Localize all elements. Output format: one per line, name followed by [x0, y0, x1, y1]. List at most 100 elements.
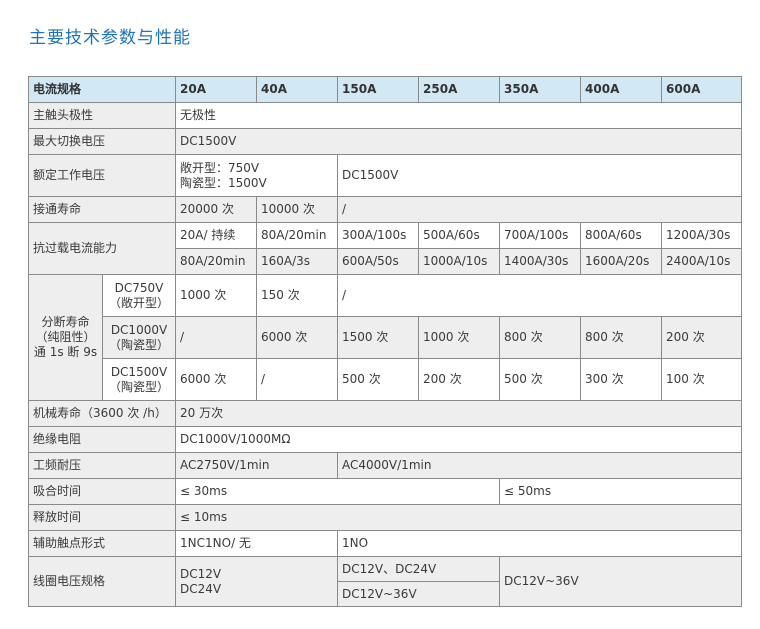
rating-header: 350A — [499, 76, 582, 103]
sub-label: DC1500V （陶瓷型） — [101, 358, 177, 401]
row-label: 分断寿命 （纯阻性） 通 1s 断 9s — [28, 274, 103, 401]
table-cell: 80A/20min — [175, 248, 258, 275]
table-cell: / — [337, 274, 743, 317]
page-title: 主要技术参数与性能 — [29, 28, 191, 48]
table-cell: 500A/60s — [418, 222, 501, 249]
row-label: 额定工作电压 — [27, 154, 177, 197]
table-cell: 6000 次 — [256, 316, 339, 359]
table-cell: 1NC1NO/ 无 — [175, 530, 339, 557]
table-row: 释放时间 ≤ 10ms — [27, 504, 743, 531]
sub-label-type: （陶瓷型） — [109, 379, 170, 394]
table-cell: 160A/3s — [256, 248, 339, 275]
row-label: 吸合时间 — [27, 478, 177, 505]
table-cell: AC2750V/1min — [175, 452, 339, 479]
sub-label-type: （陶瓷型） — [109, 337, 170, 352]
table-row: 机械寿命（3600 次 /h） 20 万次 — [27, 400, 743, 427]
row-label: 抗过载电流能力 — [27, 222, 177, 275]
table-cell: 100 次 — [661, 358, 743, 401]
table-cell: 700A/100s — [499, 222, 582, 249]
label-line: （纯阻性） — [35, 330, 96, 344]
table-cell: AC4000V/1min — [337, 452, 743, 479]
table-row: 主触头极性 无极性 — [27, 102, 743, 129]
table-cell: 1200A/30s — [661, 222, 743, 249]
label-line: 通 1s 断 9s — [33, 345, 98, 359]
table-cell: ≤ 10ms — [175, 504, 743, 531]
table-cell: 500 次 — [499, 358, 582, 401]
table-cell: 150 次 — [256, 274, 339, 317]
table-row: 绝缘电阻 DC1000V/1000MΩ — [27, 426, 743, 453]
cell-line: DC24V — [180, 581, 222, 596]
row-label: 释放时间 — [27, 504, 177, 531]
cell-line: DC12V — [180, 566, 222, 581]
table-cell: DC12V、DC24V — [337, 556, 501, 582]
table-cell: 1600A/20s — [580, 248, 663, 275]
table-cell: 20 万次 — [175, 400, 743, 427]
table-row: DC1000V （陶瓷型） / 6000 次 1500 次 1000 次 800… — [29, 316, 743, 359]
table-row: 额定工作电压 敞开型：750V 陶瓷型：1500V DC1500V — [27, 154, 743, 197]
table-cell: ≤ 30ms — [175, 478, 501, 505]
row-label: 工频耐压 — [27, 452, 177, 479]
table-cell: 1000 次 — [418, 316, 501, 359]
cell-line: 敞开型：750V — [180, 160, 260, 175]
table-cell: DC1500V — [337, 154, 743, 197]
rating-header: 20A — [175, 76, 258, 103]
table-cell: 300 次 — [580, 358, 663, 401]
table-cell: 1000 次 — [175, 274, 258, 317]
table-cell: 200 次 — [661, 316, 743, 359]
table-cell: 800 次 — [580, 316, 663, 359]
row-label: 最大切换电压 — [27, 128, 177, 155]
table-cell: DC12V DC24V — [175, 556, 339, 607]
sub-label-voltage: DC1000V — [110, 322, 168, 337]
table-row: 接通寿命 20000 次 10000 次 / — [27, 196, 743, 223]
table-row: 最大切换电压 DC1500V — [27, 128, 743, 155]
table-cell: 20000 次 — [175, 196, 258, 223]
sub-label: DC1000V （陶瓷型） — [101, 316, 177, 359]
sub-label-voltage: DC750V — [114, 280, 164, 295]
table-cell: 2400A/10s — [661, 248, 743, 275]
header-row: 电流规格 20A 40A 150A 250A 350A 400A 600A — [27, 76, 743, 103]
table-cell: 200 次 — [418, 358, 501, 401]
rating-header: 250A — [418, 76, 501, 103]
row-label: 机械寿命（3600 次 /h） — [27, 400, 177, 427]
table-cell: ≤ 50ms — [499, 478, 743, 505]
row-label: 辅助触点形式 — [27, 530, 177, 557]
table-cell: 6000 次 — [175, 358, 258, 401]
row-label: 绝缘电阻 — [27, 426, 177, 453]
table-cell: 1000A/10s — [418, 248, 501, 275]
header-label: 电流规格 — [27, 76, 177, 103]
rating-header: 400A — [580, 76, 663, 103]
table-cell: 无极性 — [175, 102, 743, 129]
table-cell: 10000 次 — [256, 196, 339, 223]
sub-label-voltage: DC1500V — [110, 364, 168, 379]
table-cell: DC1000V/1000MΩ — [175, 426, 743, 453]
row-label: 接通寿命 — [27, 196, 177, 223]
rating-header: 600A — [661, 76, 743, 103]
table-cell: DC1500V — [175, 128, 743, 155]
table-cell: DC12V~36V — [499, 556, 743, 607]
table-cell: 300A/100s — [337, 222, 420, 249]
table-row: 分断寿命 （纯阻性） 通 1s 断 9s DC750V （敞开型） 1000 次… — [28, 274, 743, 401]
table-cell: 1400A/30s — [499, 248, 582, 275]
spec-table: 电流规格 20A 40A 150A 250A 350A 400A 600A 主触… — [27, 76, 743, 607]
table-cell: 敞开型：750V 陶瓷型：1500V — [175, 154, 339, 197]
sub-label: DC750V （敞开型） — [101, 274, 177, 317]
table-cell: 20A/ 持续 — [175, 222, 258, 249]
table-cell: 800A/60s — [580, 222, 663, 249]
table-cell: 500 次 — [337, 358, 420, 401]
rating-header: 40A — [256, 76, 339, 103]
table-cell: 800 次 — [499, 316, 582, 359]
rating-header: 150A — [337, 76, 420, 103]
table-cell: 600A/50s — [337, 248, 420, 275]
table-row: 工频耐压 AC2750V/1min AC4000V/1min — [27, 452, 743, 479]
table-cell: 1NO — [337, 530, 743, 557]
table-row: DC1500V （陶瓷型） 6000 次 / 500 次 200 次 500 次… — [29, 358, 743, 401]
table-cell: DC12V~36V — [337, 581, 501, 607]
row-label: 线圈电压规格 — [27, 556, 177, 607]
table-cell: / — [175, 316, 258, 359]
row-label: 主触头极性 — [27, 102, 177, 129]
table-cell: 1500 次 — [337, 316, 420, 359]
label-line: 分断寿命 — [41, 315, 90, 329]
table-cell: / — [337, 196, 743, 223]
table-row: 抗过载电流能力 20A/ 持续 80A/20min 300A/100s 500A… — [27, 222, 743, 275]
table-cell: / — [256, 358, 339, 401]
